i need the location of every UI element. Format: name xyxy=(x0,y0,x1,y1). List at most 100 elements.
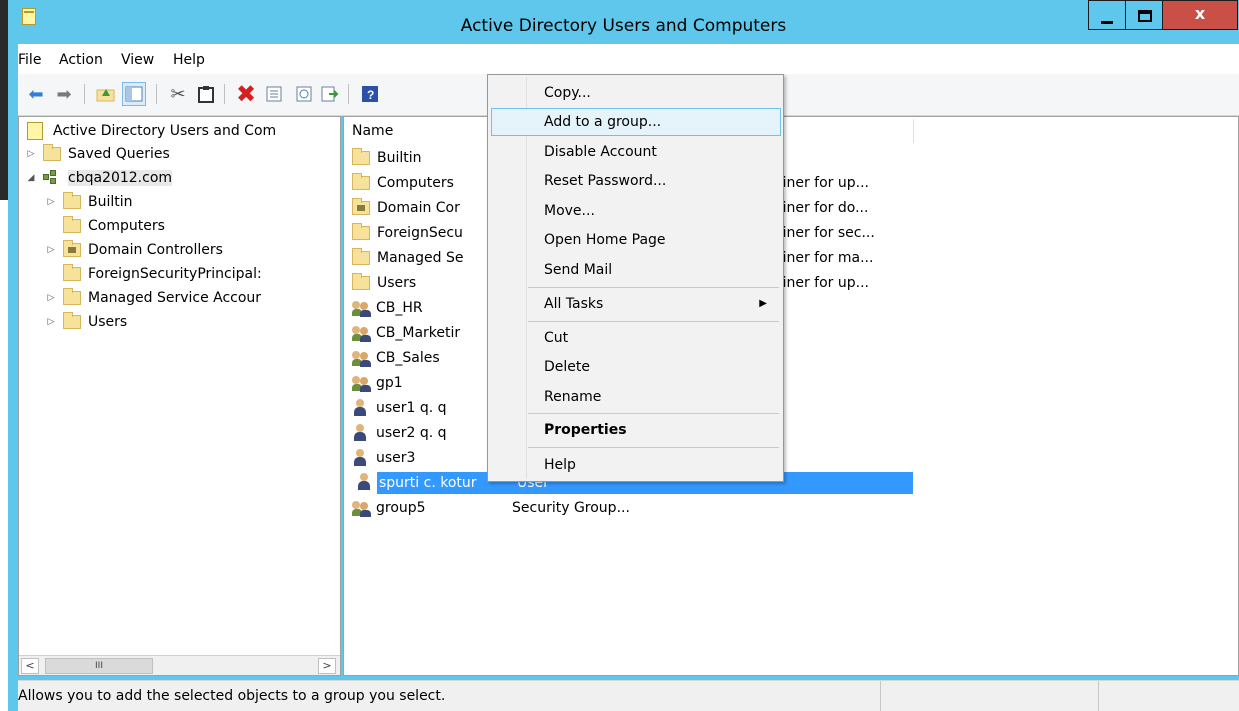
tree-item-managed-service[interactable]: ▷ Managed Service Accour xyxy=(45,287,261,309)
close-icon: x xyxy=(1194,4,1206,23)
menu-item-add-to-group[interactable]: Add to a group... xyxy=(491,108,781,136)
maximize-icon xyxy=(1138,10,1152,22)
minimize-icon xyxy=(1101,21,1113,24)
menu-view[interactable]: View xyxy=(121,52,154,68)
folder-icon xyxy=(43,144,61,161)
expand-icon[interactable]: ▷ xyxy=(45,245,57,255)
delete-icon[interactable]: ✖ xyxy=(234,80,258,108)
export-icon[interactable] xyxy=(318,82,342,106)
menu-file[interactable]: File xyxy=(18,52,41,68)
tree-item-saved-queries[interactable]: ▷ Saved Queries xyxy=(25,143,170,165)
folder-icon xyxy=(63,216,81,233)
menu-separator xyxy=(528,287,779,288)
scroll-thumb[interactable]: III xyxy=(45,658,153,674)
close-button[interactable]: x xyxy=(1162,0,1238,30)
tree-item-foreign-security[interactable]: ForeignSecurityPrincipal: xyxy=(45,263,262,285)
expand-icon[interactable]: ▷ xyxy=(45,317,57,327)
refresh-icon[interactable] xyxy=(292,82,316,106)
user-icon xyxy=(356,473,372,491)
tree-item-label: Managed Service Accour xyxy=(88,290,262,306)
menu-item-rename[interactable]: Rename xyxy=(488,383,783,411)
scroll-left-arrow[interactable]: < xyxy=(21,658,39,674)
tree-item-label: ForeignSecurityPrincipal: xyxy=(88,266,262,282)
collapse-icon[interactable]: ◢ xyxy=(25,173,37,183)
tree-item-label: Builtin xyxy=(88,194,133,210)
list-item[interactable]: Managed Se xyxy=(352,247,463,269)
group-icon xyxy=(352,349,372,367)
list-item[interactable]: CB_HR xyxy=(352,297,423,319)
list-item-description: ainer for up... xyxy=(774,175,869,191)
menu-item-all-tasks[interactable]: All Tasks ▶ xyxy=(488,290,783,318)
folder-icon xyxy=(352,273,370,290)
cut-icon[interactable]: ✂ xyxy=(166,82,190,106)
menu-item-delete[interactable]: Delete xyxy=(488,353,783,381)
list-item[interactable]: group5 Security Group... xyxy=(352,497,630,519)
tree-item-users[interactable]: ▷ Users xyxy=(45,311,127,333)
tree-item-builtin[interactable]: ▷ Builtin xyxy=(45,191,133,213)
list-item[interactable]: user3 xyxy=(352,447,415,469)
column-header-name[interactable]: Name xyxy=(344,119,488,143)
expand-icon[interactable]: ▷ xyxy=(25,149,37,159)
tree-item-domain[interactable]: ◢ cbqa2012.com xyxy=(25,167,173,189)
horizontal-scrollbar[interactable]: < III > xyxy=(19,655,340,675)
list-item[interactable]: user1 q. q xyxy=(352,397,447,419)
ou-folder-icon xyxy=(352,198,370,215)
show-hide-tree-icon[interactable] xyxy=(122,82,146,106)
tree-root[interactable]: Active Directory Users and Com xyxy=(27,120,276,142)
folder-icon xyxy=(63,312,81,329)
tree-item-domain-controllers[interactable]: ▷ Domain Controllers xyxy=(45,239,223,261)
list-item[interactable]: user2 q. q xyxy=(352,422,447,444)
tree-item-label: Users xyxy=(88,314,128,330)
menu-item-copy[interactable]: Copy... xyxy=(488,79,783,107)
user-icon xyxy=(352,399,368,417)
group-icon xyxy=(352,299,372,317)
folder-icon xyxy=(63,288,81,305)
column-header[interactable] xyxy=(784,119,914,143)
tree-pane[interactable]: Active Directory Users and Com ▷ Saved Q… xyxy=(18,116,341,676)
menu-item-reset-password[interactable]: Reset Password... xyxy=(488,167,783,195)
list-item[interactable]: Computers xyxy=(352,172,454,194)
menu-item-send-mail[interactable]: Send Mail xyxy=(488,256,783,284)
list-pane[interactable]: Name Builtin Computers Domain Cor Foreig… xyxy=(343,116,1239,676)
tree-item-computers[interactable]: Computers xyxy=(45,215,165,237)
menu-item-properties[interactable]: Properties xyxy=(488,416,783,444)
help-icon[interactable]: ? xyxy=(358,82,382,106)
properties-icon[interactable] xyxy=(262,82,286,106)
context-menu: Copy... Add to a group... Disable Accoun… xyxy=(487,74,784,482)
folder-icon xyxy=(352,173,370,190)
menu-separator xyxy=(528,447,779,448)
forward-arrow-icon[interactable]: ➡ xyxy=(52,82,76,106)
scroll-right-arrow[interactable]: > xyxy=(318,658,336,674)
paste-icon[interactable] xyxy=(194,82,218,106)
list-item[interactable]: gp1 xyxy=(352,372,403,394)
title-bar[interactable]: Active Directory Users and Computers x xyxy=(8,0,1239,44)
menu-item-help[interactable]: Help xyxy=(488,451,783,479)
menu-item-cut[interactable]: Cut xyxy=(488,324,783,352)
expand-icon[interactable]: ▷ xyxy=(45,197,57,207)
status-text: Allows you to add the selected objects t… xyxy=(18,688,446,704)
expand-icon[interactable]: ▷ xyxy=(45,293,57,303)
back-arrow-icon[interactable]: ⬅ xyxy=(24,82,48,106)
list-item[interactable]: Builtin xyxy=(352,147,422,169)
list-item[interactable]: Users xyxy=(352,272,416,294)
menu-item-disable-account[interactable]: Disable Account xyxy=(488,138,783,166)
up-folder-icon[interactable] xyxy=(94,82,118,106)
tree-item-label: Saved Queries xyxy=(68,146,170,162)
folder-icon xyxy=(63,264,81,281)
tree-item-label: cbqa2012.com xyxy=(68,170,173,186)
window-title: Active Directory Users and Computers xyxy=(460,16,787,36)
menu-action[interactable]: Action xyxy=(59,52,103,68)
list-item[interactable]: Domain Cor xyxy=(352,197,460,219)
svg-text:?: ? xyxy=(367,88,374,102)
folder-icon xyxy=(352,148,370,165)
menu-item-open-home-page[interactable]: Open Home Page xyxy=(488,226,783,254)
list-item[interactable]: CB_Marketir xyxy=(352,322,460,344)
maximize-button[interactable] xyxy=(1125,0,1163,30)
menu-item-move[interactable]: Move... xyxy=(488,197,783,225)
list-item[interactable]: ForeignSecu xyxy=(352,222,463,244)
list-item[interactable]: CB_Sales xyxy=(352,347,440,369)
list-item-description: ainer for ma... xyxy=(774,250,874,266)
menu-help[interactable]: Help xyxy=(173,52,205,68)
minimize-button[interactable] xyxy=(1088,0,1126,30)
user-icon xyxy=(352,449,368,467)
